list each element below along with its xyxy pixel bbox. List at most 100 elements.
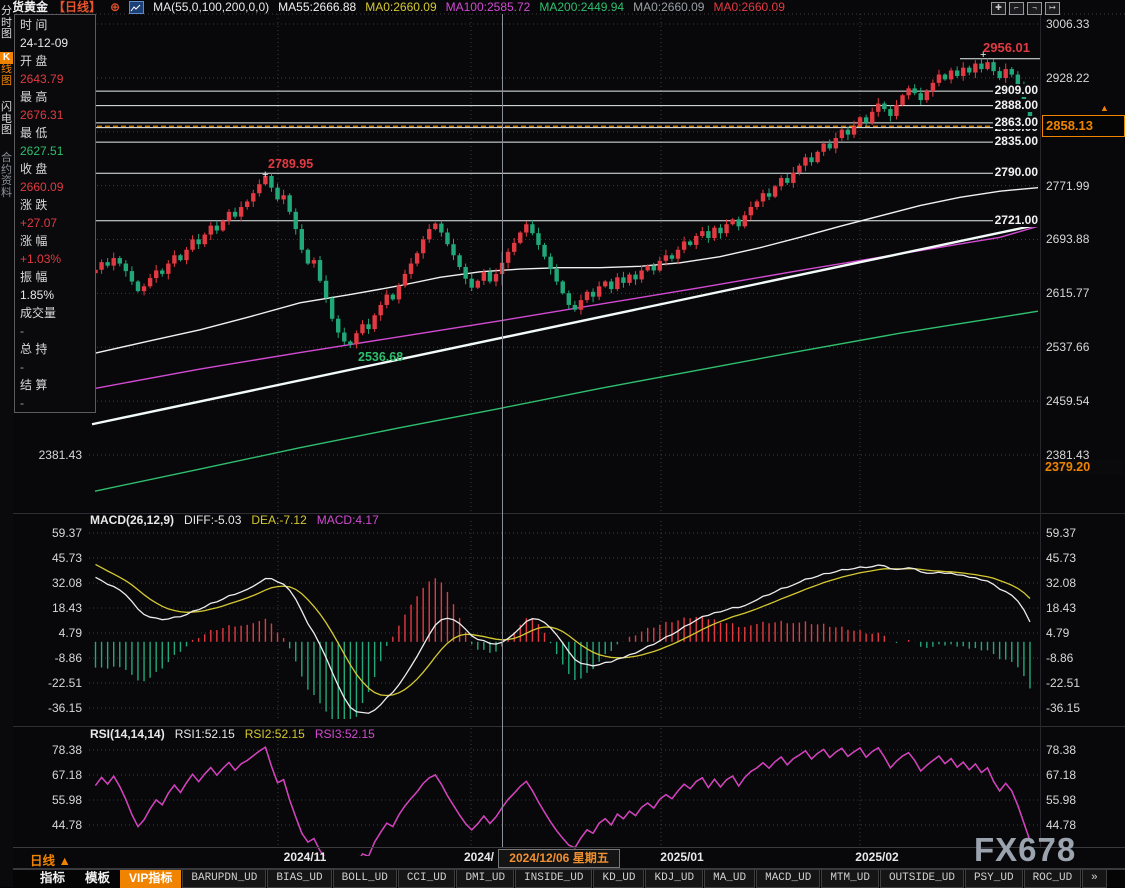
indicator-tab-VIP指标[interactable]: VIP指标 <box>120 870 181 888</box>
indicator-tab-PSY_UD[interactable]: PSY_UD <box>965 870 1023 888</box>
info-value-time: 24-12-09 <box>20 34 95 52</box>
rsi-axis-tick: 67.18 <box>28 768 82 782</box>
ma100-value: MA100:2585.72 <box>446 0 531 15</box>
indicator-tab-MTM_UD[interactable]: MTM_UD <box>821 870 879 888</box>
price-pin-icon: ▲ <box>1100 103 1109 113</box>
info-label: 涨 幅 <box>20 232 95 250</box>
indicator-tab-CCI_UD[interactable]: CCI_UD <box>398 870 456 888</box>
indicator-tab-INSIDE_UD[interactable]: INSIDE_UD <box>515 870 592 888</box>
indicator-tab-ROC_UD[interactable]: ROC_UD <box>1024 870 1082 888</box>
date-axis-label: 2025/02 <box>855 850 898 864</box>
level-line-label[interactable]: 2863.00 <box>993 116 1040 129</box>
lower-price-label: 2379.20 <box>1042 460 1123 475</box>
axis-right-icon[interactable]: ¬ <box>1027 2 1042 15</box>
ma55-value: MA55:2666.88 <box>278 0 356 15</box>
macd-axis-tick: -22.51 <box>28 676 82 690</box>
info-value-amplitude: 1.85% <box>20 286 95 304</box>
trough-price-label: 2536.68 <box>358 350 403 364</box>
indicator-tab-MACD_UD[interactable]: MACD_UD <box>756 870 820 888</box>
rsi2-value: RSI2:52.15 <box>245 727 305 741</box>
current-price-box[interactable]: 2858.13 <box>1042 115 1125 137</box>
rsi-axis-tick: 44.78 <box>1046 818 1076 832</box>
price-axis-tick: 2537.66 <box>1046 340 1089 354</box>
info-value-high: 2676.31 <box>20 106 95 124</box>
ma0-yellow-value: MA0:2660.09 <box>365 0 436 15</box>
level-line-label[interactable]: 2888.00 <box>993 99 1040 112</box>
level-line-label[interactable]: 2909.00 <box>993 84 1040 97</box>
ma200-value: MA200:2449.94 <box>539 0 624 15</box>
left-tab-strip: 分时图 K线图 闪电图 合约资料 <box>0 0 13 887</box>
info-label: 总 持 <box>20 340 95 358</box>
tab-contract-info[interactable]: 合约资料 <box>0 153 13 199</box>
chart-canvas[interactable] <box>0 0 1125 887</box>
macd-axis-tick: -8.86 <box>28 651 82 665</box>
tab-flash-chart[interactable]: 闪电图 <box>0 102 13 137</box>
price-axis-tick: 2381.43 <box>28 448 82 462</box>
tab-time-chart[interactable]: 分时图 <box>0 6 13 41</box>
info-value-settlement: - <box>20 394 95 412</box>
macd-axis-tick: 45.73 <box>28 551 82 565</box>
exit-icon[interactable]: ↦ <box>1045 2 1060 15</box>
level-line-label[interactable]: 2721.00 <box>993 214 1040 227</box>
trading-app: 现货黄金 【日线】 ⊕ MA(55,0,100,200,0,0) MA55:26… <box>0 0 1125 887</box>
info-label: 时 间 <box>20 16 95 34</box>
indicator-tab-BOLL_UD[interactable]: BOLL_UD <box>333 870 397 888</box>
rsi1-value: RSI1:52.15 <box>175 727 235 741</box>
chart-header: 现货黄金 【日线】 ⊕ MA(55,0,100,200,0,0) MA55:26… <box>0 0 785 15</box>
price-axis-tick: 2928.22 <box>1046 71 1089 85</box>
macd-axis-tick: 18.43 <box>28 601 82 615</box>
info-value-volume: - <box>20 322 95 340</box>
macd-axis-tick: -22.51 <box>1046 676 1080 690</box>
info-label: 最 高 <box>20 88 95 106</box>
indicator-tab-BARUPDN_UD[interactable]: BARUPDN_UD <box>182 870 266 888</box>
pan-icon[interactable]: ✚ <box>991 2 1006 15</box>
macd-axis-tick: 4.79 <box>1046 626 1069 640</box>
peak-price-label: 2789.95 <box>268 157 313 171</box>
indicator-toolbar: 指标模板VIP指标BARUPDN_UDBIAS_UDBOLL_UDCCI_UDD… <box>0 869 1125 888</box>
info-label: 涨 跌 <box>20 196 95 214</box>
indicator-tab-KD_UD[interactable]: KD_UD <box>593 870 644 888</box>
chart-style-icon[interactable] <box>129 1 144 14</box>
rsi-axis-tick: 78.38 <box>28 743 82 757</box>
price-axis-tick: 2693.88 <box>1046 232 1089 246</box>
level-line-label[interactable]: 2790.00 <box>993 166 1040 179</box>
anchor-cross-icon: + <box>980 52 986 58</box>
rsi-axis-tick: 55.98 <box>1046 793 1076 807</box>
period-selector[interactable]: 日线 ▲ <box>30 850 71 869</box>
indicator-tab-指标[interactable]: 指标 <box>30 870 75 888</box>
info-label: 结 算 <box>20 376 95 394</box>
date-axis-label: 2024/ <box>464 850 494 864</box>
macd-axis-tick: 32.08 <box>28 576 82 590</box>
ma0-gray-value: MA0:2660.09 <box>633 0 704 15</box>
indicator-tab-DMI_UD[interactable]: DMI_UD <box>456 870 514 888</box>
crosshair-date-box: 2024/12/06 星期五 <box>498 849 620 868</box>
macd-header: MACD(26,12,9) DIFF:-5.03 DEA:-7.12 MACD:… <box>90 513 379 527</box>
indicator-tab-KDJ_UD[interactable]: KDJ_UD <box>645 870 703 888</box>
indicator-tab-OUTSIDE_UD[interactable]: OUTSIDE_UD <box>880 870 964 888</box>
info-label: 开 盘 <box>20 52 95 70</box>
rsi3-value: RSI3:52.15 <box>315 727 375 741</box>
indicator-tab-»[interactable]: » <box>1082 870 1107 888</box>
price-axis-tick: 2771.99 <box>1046 179 1089 193</box>
tab-kline-chart[interactable]: K线图 <box>0 52 13 87</box>
add-indicator-icon[interactable]: ⊕ <box>110 0 120 15</box>
macd-axis-tick: 4.79 <box>28 626 82 640</box>
rsi-header: RSI(14,14,14) RSI1:52.15 RSI2:52.15 RSI3… <box>90 727 375 741</box>
indicator-tab-MA_UD[interactable]: MA_UD <box>704 870 755 888</box>
macd-pane <box>89 521 1040 729</box>
rsi-title: RSI(14,14,14) <box>90 727 165 741</box>
axis-left-icon[interactable]: ⌐ <box>1009 2 1024 15</box>
info-value-open-interest: - <box>20 358 95 376</box>
level-line-label[interactable]: 2835.00 <box>993 135 1040 148</box>
info-value-change: +27.07 <box>20 214 95 232</box>
info-value-close: 2660.09 <box>20 178 95 196</box>
indicator-tab-模板[interactable]: 模板 <box>75 870 120 888</box>
main-pane <box>89 14 1040 512</box>
price-axis-tick: 2459.54 <box>1046 394 1089 408</box>
quote-info-panel: 时 间 24-12-09 开 盘 2643.79 最 高 2676.31 最 低… <box>14 14 96 413</box>
period-tag: 【日线】 <box>53 0 101 15</box>
rsi-axis-tick: 55.98 <box>28 793 82 807</box>
indicator-tab-BIAS_UD[interactable]: BIAS_UD <box>267 870 331 888</box>
macd-axis-tick: -8.86 <box>1046 651 1073 665</box>
macd-title: MACD(26,12,9) <box>90 513 174 527</box>
